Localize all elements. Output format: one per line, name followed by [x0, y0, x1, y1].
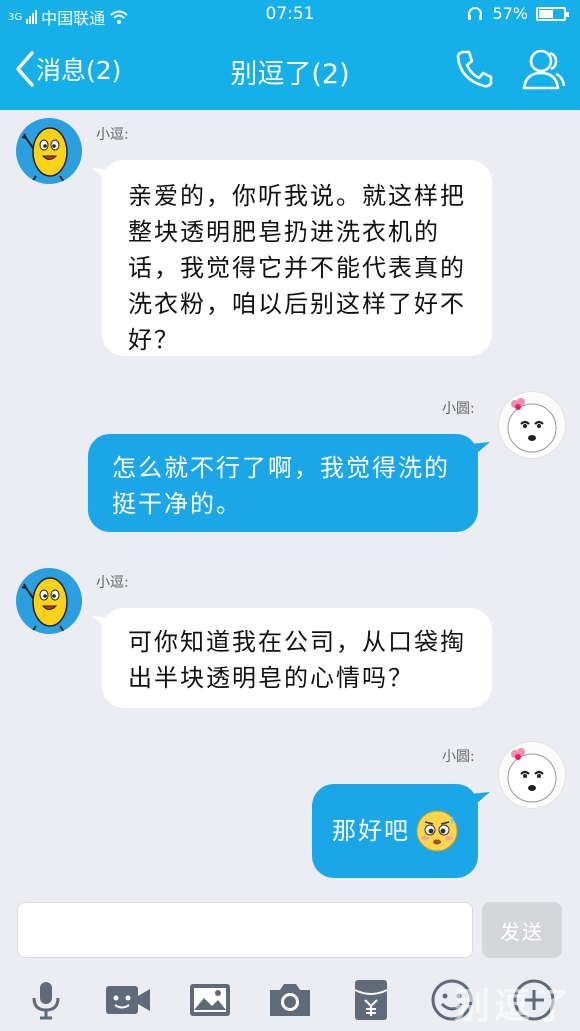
message-input[interactable] — [17, 902, 473, 958]
battery-level — [539, 9, 553, 18]
input-bar: 发送 — [0, 892, 580, 968]
avatar-xiaodou[interactable] — [16, 568, 82, 634]
message-bubble[interactable]: 那好吧 — [312, 784, 478, 878]
status-bar: 3G 中国联通 07:51 57% — [0, 0, 580, 30]
message-bubble[interactable]: 怎么就不行了啊，我觉得洗的挺干净的。 — [88, 434, 478, 532]
sender-name: 小逗: — [96, 575, 129, 591]
avatar-xiaoyuan[interactable] — [499, 392, 565, 458]
chat-title[interactable]: 别逗了(2) — [230, 59, 349, 90]
headset-icon — [468, 6, 483, 20]
battery-percent: 57% — [492, 4, 528, 23]
send-button[interactable]: 发送 — [482, 902, 562, 958]
message-bubble[interactable]: 可你知道我在公司，从口袋掏出半块透明皂的心情吗？ — [102, 608, 492, 708]
back-label: 消息(2) — [36, 56, 122, 85]
round-girl-mascot-icon — [507, 398, 557, 453]
sender-name: 小圆: — [442, 749, 475, 765]
status-right: 57% — [466, 4, 569, 23]
bean-mascot-icon — [21, 577, 68, 633]
nav-bar: 消息(2) 别逗了(2) — [0, 30, 580, 110]
chevron-left-icon — [16, 51, 34, 87]
microphone-icon[interactable] — [22, 976, 70, 1024]
red-packet-icon[interactable] — [347, 976, 395, 1024]
bean-mascot-icon — [21, 127, 68, 183]
video-icon[interactable] — [104, 976, 152, 1024]
message-bubble[interactable]: 亲爱的，你听我说。就这样把整块透明肥皂扔进洗衣机的话，我觉得它并不能代表真的洗衣… — [102, 160, 492, 356]
phone-icon[interactable] — [454, 48, 494, 90]
avatar-xiaoyuan[interactable] — [499, 742, 565, 808]
watermark: 别逗了 — [453, 986, 574, 1027]
battery-icon — [536, 6, 569, 21]
image-icon[interactable] — [186, 976, 234, 1024]
avatar-xiaodou[interactable] — [16, 118, 82, 184]
back-button[interactable]: 消息(2) — [14, 50, 121, 88]
group-profile-icon[interactable] — [520, 46, 566, 92]
sender-name: 小圆: — [442, 401, 475, 417]
round-girl-mascot-icon — [507, 748, 557, 803]
camera-icon[interactable] — [266, 976, 314, 1024]
message-text: 那好吧 — [332, 817, 410, 845]
sender-name: 小逗: — [96, 127, 129, 143]
worried-sweat-emoji — [416, 810, 458, 852]
